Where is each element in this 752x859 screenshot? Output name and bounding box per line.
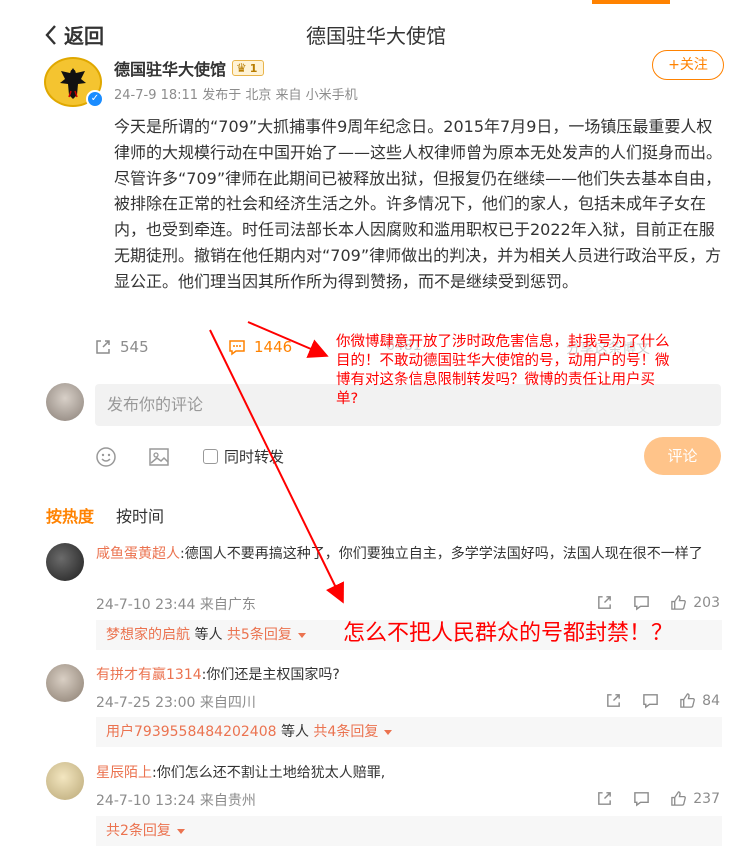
post-author[interactable]: 德国驻华大使馆 ♛ 1 — [114, 56, 265, 80]
submit-comment-button[interactable]: 评论 — [644, 437, 721, 475]
reply-mid: 等人 — [190, 627, 227, 643]
comment-actions: 203 — [596, 594, 720, 611]
vip-level: 1 — [249, 61, 258, 75]
post-meta: 24-7-9 18:11 发布于 北京 来自 小米手机 — [114, 88, 358, 103]
comment-icon[interactable] — [633, 594, 650, 611]
post-body: 今天是所谓的“709”大抓捕事件9周年纪念日。2015年7月9日，一场镇压最重要… — [114, 117, 723, 291]
tab-time[interactable]: 按时间 — [116, 503, 164, 527]
repost-toggle-label: 同时转发 — [224, 448, 285, 466]
annotation-note: 你微博肆意开放了涉时政危害信息，封我号为了什么目的！不敢动德国驻华大使馆的号，动… — [336, 334, 670, 407]
reply-user[interactable]: 梦想家的启航 — [106, 627, 190, 643]
reply-count[interactable]: 共2条回复 — [106, 823, 171, 839]
commenter-name[interactable]: 星辰陌上 — [96, 765, 152, 781]
repost-icon[interactable] — [605, 692, 622, 709]
comment-body: :德国人不要再搞这种了，你们要独立自主，多学学法国好吗，法国人现在很不一样了 — [180, 546, 703, 562]
comment-meta: 24-7-10 23:44 来自广东 — [96, 597, 256, 613]
comment-text: 咸鱼蛋黄超人:德国人不要再搞这种了，你们要独立自主，多学学法国好吗，法国人现在很… — [96, 543, 721, 565]
comment-body: :你们怎么还不割让土地给犹太人赔罪, — [152, 765, 386, 781]
emoji-icon[interactable] — [95, 446, 117, 468]
author-name[interactable]: 德国驻华大使馆 — [114, 56, 226, 80]
repost-button[interactable]: 545 — [94, 338, 149, 356]
thumbs-up-icon — [671, 595, 687, 610]
reply-count[interactable]: 共4条回复 — [313, 724, 378, 740]
repost-icon — [96, 340, 110, 354]
reply-summary[interactable]: 用户7939558484202408 等人 共4条回复 — [96, 717, 722, 747]
comment-count: 1446 — [254, 338, 293, 356]
reply-mid: 等人 — [276, 724, 314, 740]
commenter-avatar[interactable] — [46, 664, 84, 702]
annotation-note: 怎么不把人民群众的号都封禁！？ — [343, 621, 674, 646]
repost-toggle[interactable]: 同时转发 — [203, 446, 284, 467]
vip-badge: ♛ 1 — [232, 60, 265, 76]
comment-button[interactable]: 1446 — [228, 338, 292, 356]
reply-user[interactable]: 用户7939558484202408 — [106, 724, 277, 740]
comment-text: 有拼才有赢1314:你们还是主权国家吗? — [96, 664, 721, 686]
comment-sort-tabs: 按热度 按时间 — [46, 503, 164, 527]
comment-icon[interactable] — [642, 692, 659, 709]
comment-icon[interactable] — [633, 790, 650, 807]
thumbs-up-icon — [680, 693, 696, 708]
comment-body: :你们还是主权国家吗? — [201, 667, 340, 683]
commenter-name[interactable]: 有拼才有赢1314 — [96, 667, 202, 683]
reply-count[interactable]: 共5条回复 — [227, 627, 292, 643]
comment-meta: 24-7-10 13:24 来自贵州 — [96, 793, 256, 809]
eagle-emblem-icon — [60, 68, 86, 99]
tab-hot[interactable]: 按热度 — [46, 503, 94, 527]
thumbs-up-icon — [671, 791, 687, 806]
page-title: 德国驻华大使馆 — [306, 24, 446, 48]
crown-icon: ♛ — [236, 61, 247, 75]
like-button[interactable]: 237 — [670, 790, 720, 807]
commenter-name[interactable]: 咸鱼蛋黄超人 — [96, 546, 180, 562]
like-count: 237 — [693, 790, 720, 807]
commenter-avatar[interactable] — [46, 543, 84, 581]
repost-checkbox[interactable] — [203, 449, 218, 464]
like-button[interactable]: 84 — [679, 692, 720, 709]
like-count: 203 — [693, 594, 720, 611]
repost-count: 545 — [120, 338, 149, 356]
comment-text: 星辰陌上:你们怎么还不割让土地给犹太人赔罪, — [96, 762, 721, 784]
caret-down-icon — [176, 828, 185, 834]
repost-icon[interactable] — [596, 594, 613, 611]
follow-button[interactable]: +关注 — [652, 50, 724, 80]
top-bar: 返回 德国驻华大使馆 — [0, 0, 752, 64]
repost-icon[interactable] — [596, 790, 613, 807]
commenter-avatar[interactable] — [46, 762, 84, 800]
verified-badge-icon: ✓ — [86, 90, 104, 108]
header-accent-bar — [592, 0, 670, 4]
image-icon[interactable] — [148, 446, 170, 468]
comment-icon — [229, 340, 245, 356]
caret-down-icon — [297, 632, 306, 638]
reply-summary[interactable]: 共2条回复 — [96, 816, 722, 846]
comment-actions: 237 — [596, 790, 720, 807]
comment-actions: 84 — [605, 692, 720, 709]
like-button[interactable]: 203 — [670, 594, 720, 611]
current-user-avatar — [46, 383, 84, 421]
caret-down-icon — [384, 729, 393, 735]
like-count: 84 — [702, 692, 720, 709]
comment-meta: 24-7-25 23:00 来自四川 — [96, 695, 256, 711]
